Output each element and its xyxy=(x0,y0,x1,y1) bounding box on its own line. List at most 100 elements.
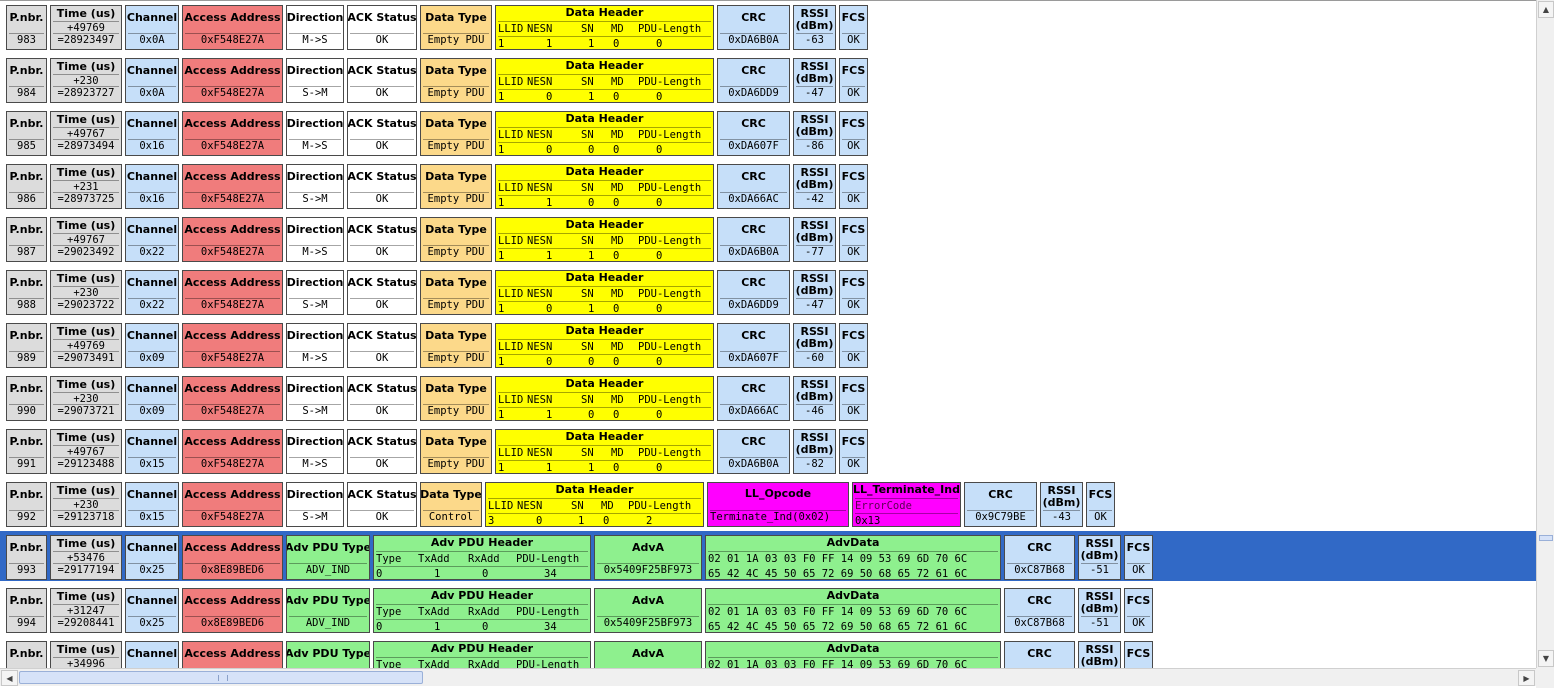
direction-field[interactable]: Direction M->S xyxy=(286,5,344,50)
direction-field[interactable]: Direction M->S xyxy=(286,217,344,262)
time-field[interactable]: Time (us) +31247 =29208441 xyxy=(50,588,122,633)
fcs-field[interactable]: FCS xyxy=(1124,641,1153,668)
channel-field[interactable]: Channel 0x22 xyxy=(125,217,179,262)
data-type-field[interactable]: Data Type Empty PDU xyxy=(420,111,492,156)
adva-field[interactable]: AdvA 0x5409F25BF973 xyxy=(594,588,702,633)
time-field[interactable]: Time (us) +230 =29023722 xyxy=(50,270,122,315)
time-field[interactable]: Time (us) +49767 =28973494 xyxy=(50,111,122,156)
data-type-field[interactable]: Data Type Empty PDU xyxy=(420,429,492,474)
channel-field[interactable]: Channel 0x16 xyxy=(125,111,179,156)
scroll-left-arrow-icon[interactable]: ◀ xyxy=(1,670,18,686)
data-type-field[interactable]: Data Type Empty PDU xyxy=(420,376,492,421)
data-type-field[interactable]: Data Type Empty PDU xyxy=(420,323,492,368)
scroll-up-arrow-icon[interactable]: ▲ xyxy=(1538,1,1554,18)
ack-status-field[interactable]: ACK Status OK xyxy=(347,270,417,315)
adv-pdu-type-field[interactable]: Adv PDU Type ADV_IND xyxy=(286,588,370,633)
crc-field[interactable]: CRC 0x9C79BE xyxy=(964,482,1037,527)
data-header-field[interactable]: Data Header LLID NESN SN MD PDU-Length 1 1 1 0 0 xyxy=(495,217,714,262)
direction-field[interactable]: Direction S->M xyxy=(286,58,344,103)
fcs-field[interactable]: FCS OK xyxy=(839,111,868,156)
packet-number-field[interactable]: P.nbr. 992 xyxy=(6,482,47,527)
rssi-field[interactable]: RSSI (dBm) -51 xyxy=(1078,588,1121,633)
packet-row[interactable]: P.nbr. 991 Time (us) +49767 =29123488 Channel… xyxy=(0,425,1536,475)
data-type-field[interactable]: Data Type Empty PDU xyxy=(420,270,492,315)
rssi-field[interactable]: RSSI (dBm) -51 xyxy=(1078,535,1121,580)
time-field[interactable]: Time (us) +49767 =29123488 xyxy=(50,429,122,474)
packet-number-field[interactable]: P.nbr. 991 xyxy=(6,429,47,474)
channel-field[interactable]: Channel 0x09 xyxy=(125,376,179,421)
data-type-field[interactable]: Data Type Empty PDU xyxy=(420,5,492,50)
adv-pdu-header-field[interactable]: Adv PDU Header Type TxAdd RxAdd PDU-Length 0 1… xyxy=(373,535,591,580)
rssi-field[interactable]: RSSI (dBm) xyxy=(1078,641,1121,668)
fcs-field[interactable]: FCS OK xyxy=(839,217,868,262)
data-header-field[interactable]: Data Header LLID NESN SN MD PDU-Length 3 0 1 0 2 xyxy=(485,482,704,527)
access-address-field[interactable]: Access Address 0xF548E27A xyxy=(182,5,283,50)
time-field[interactable]: Time (us) +49767 =29023492 xyxy=(50,217,122,262)
packet-row[interactable]: P.nbr. 992 Time (us) +230 =29123718 Channel 0x… xyxy=(0,478,1536,528)
crc-field[interactable]: CRC 0xC87B68 xyxy=(1004,535,1075,580)
ack-status-field[interactable]: ACK Status OK xyxy=(347,5,417,50)
crc-field[interactable]: CRC 0xC87B68 xyxy=(1004,588,1075,633)
access-address-field[interactable]: Access Address 0x8E89BED6 xyxy=(182,535,283,580)
packet-row[interactable]: P.nbr. 993 Time (us) +53476 =29177194 Channel… xyxy=(0,531,1536,581)
packet-row[interactable]: P.nbr.995Time (us)+34996ChannelAccess Ad… xyxy=(0,637,1536,668)
ack-status-field[interactable]: ACK Status OK xyxy=(347,429,417,474)
packet-number-field[interactable]: P.nbr. 987 xyxy=(6,217,47,262)
access-address-field[interactable]: Access Address 0xF548E27A xyxy=(182,58,283,103)
ack-status-field[interactable]: ACK Status OK xyxy=(347,164,417,209)
crc-field[interactable]: CRC 0xDA66AC xyxy=(717,376,790,421)
fcs-field[interactable]: FCS OK xyxy=(839,164,868,209)
fcs-field[interactable]: FCS OK xyxy=(839,5,868,50)
packet-row[interactable]: P.nbr. 990 Time (us) +230 =29073721 Channel 0x… xyxy=(0,372,1536,422)
data-header-field[interactable]: Data Header LLID NESN SN MD PDU-Length 1 0 1 0 0 xyxy=(495,58,714,103)
data-type-field[interactable]: Data Type Empty PDU xyxy=(420,164,492,209)
packet-number-field[interactable]: P.nbr. 993 xyxy=(6,535,47,580)
fcs-field[interactable]: FCS OK xyxy=(1086,482,1115,527)
channel-field[interactable]: Channel 0x0A xyxy=(125,58,179,103)
packet-row[interactable]: P.nbr. 983 Time (us) +49769 =28923497 Channel… xyxy=(0,1,1536,51)
advdata-field[interactable]: AdvData 02 01 1A 03 03 F0 FF 14 09 53 69 … xyxy=(705,641,1001,668)
rssi-field[interactable]: RSSI (dBm) -43 xyxy=(1040,482,1083,527)
rssi-field[interactable]: RSSI (dBm) -77 xyxy=(793,217,836,262)
advdata-field[interactable]: AdvData 02 01 1A 03 03 F0 FF 14 09 53 69 … xyxy=(705,535,1001,580)
access-address-field[interactable]: Access Address 0x8E89BED6 xyxy=(182,588,283,633)
fcs-field[interactable]: FCS OK xyxy=(839,376,868,421)
packet-number-field[interactable]: P.nbr. 984 xyxy=(6,58,47,103)
packet-row[interactable]: P.nbr. 994 Time (us) +31247 =29208441 Channel… xyxy=(0,584,1536,634)
rssi-field[interactable]: RSSI (dBm) -86 xyxy=(793,111,836,156)
rssi-field[interactable]: RSSI (dBm) -63 xyxy=(793,5,836,50)
ack-status-field[interactable]: ACK Status OK xyxy=(347,58,417,103)
access-address-field[interactable]: Access Address 0xF548E27A xyxy=(182,164,283,209)
packet-number-field[interactable]: P.nbr. 990 xyxy=(6,376,47,421)
crc-field[interactable]: CRC xyxy=(1004,641,1075,668)
packet-number-field[interactable]: P.nbr. 989 xyxy=(6,323,47,368)
data-header-field[interactable]: Data Header LLID NESN SN MD PDU-Length 1 0 1 0 0 xyxy=(495,270,714,315)
ack-status-field[interactable]: ACK Status OK xyxy=(347,217,417,262)
channel-field[interactable]: Channel 0x09 xyxy=(125,323,179,368)
direction-field[interactable]: Direction S->M xyxy=(286,270,344,315)
channel-field[interactable]: Channel 0x16 xyxy=(125,164,179,209)
data-header-field[interactable]: Data Header LLID NESN SN MD PDU-Length 1 0 0 0 0 xyxy=(495,323,714,368)
vertical-scroll-thumb[interactable] xyxy=(1539,535,1553,541)
rssi-field[interactable]: RSSI (dBm) -42 xyxy=(793,164,836,209)
ack-status-field[interactable]: ACK Status OK xyxy=(347,376,417,421)
ack-status-field[interactable]: ACK Status OK xyxy=(347,323,417,368)
ll-opcode-field[interactable]: LL_Opcode Terminate_Ind(0x02) xyxy=(707,482,849,527)
packet-number-field[interactable]: P.nbr.995 xyxy=(6,641,47,668)
crc-field[interactable]: CRC 0xDA6B0A xyxy=(717,217,790,262)
packet-row[interactable]: P.nbr. 988 Time (us) +230 =29023722 Channel 0x… xyxy=(0,266,1536,316)
access-address-field[interactable]: Access Address 0xF548E27A xyxy=(182,270,283,315)
channel-field[interactable]: Channel 0x22 xyxy=(125,270,179,315)
crc-field[interactable]: CRC 0xDA66AC xyxy=(717,164,790,209)
direction-field[interactable]: Direction S->M xyxy=(286,164,344,209)
adv-pdu-header-field[interactable]: Adv PDU Header Type TxAdd RxAdd PDU-Length 0 1… xyxy=(373,588,591,633)
scroll-right-arrow-icon[interactable]: ▶ xyxy=(1518,670,1535,686)
access-address-field[interactable]: Access Address 0xF548E27A xyxy=(182,217,283,262)
time-field[interactable]: Time (us) +231 =28973725 xyxy=(50,164,122,209)
packet-number-field[interactable]: P.nbr. 986 xyxy=(6,164,47,209)
time-field[interactable]: Time (us) +230 =29073721 xyxy=(50,376,122,421)
crc-field[interactable]: CRC 0xDA6B0A xyxy=(717,5,790,50)
advdata-field[interactable]: AdvData 02 01 1A 03 03 F0 FF 14 09 53 69 … xyxy=(705,588,1001,633)
packet-row[interactable]: P.nbr. 984 Time (us) +230 =28923727 Channel 0x… xyxy=(0,54,1536,104)
rssi-field[interactable]: RSSI (dBm) -47 xyxy=(793,270,836,315)
